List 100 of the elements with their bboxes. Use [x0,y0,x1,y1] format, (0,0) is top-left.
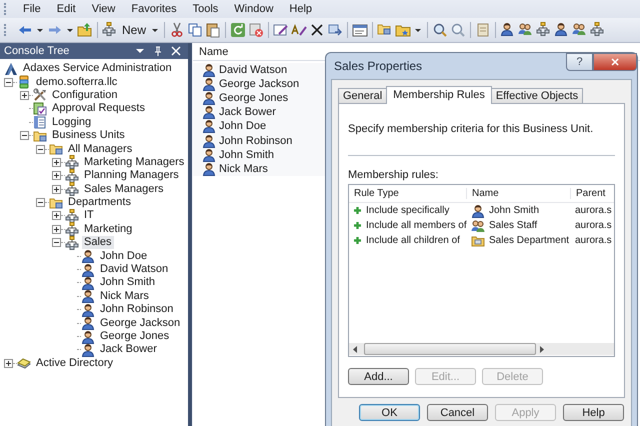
expand-toggle-icon[interactable] [52,184,61,194]
delete-icon[interactable] [248,22,264,38]
tree-item[interactable]: Logging [50,116,94,129]
expand-toggle-icon[interactable] [52,211,61,220]
copy-icon[interactable] [187,22,204,38]
org-chart-icon [65,182,79,196]
rename-icon[interactable] [291,22,308,38]
menu-item[interactable]: Edit [48,3,84,15]
menu-item[interactable]: Help [281,3,320,15]
tree-item[interactable]: David Watson [98,263,170,276]
dialog-button[interactable]: Help [563,404,624,421]
collapse-toggle-icon[interactable] [52,238,61,248]
rule-type: Include all children of [366,235,460,246]
menu-item[interactable]: File [15,3,49,15]
folder-up-icon[interactable] [77,22,93,38]
tree-item[interactable]: Marketing [82,222,134,236]
tree-item[interactable]: Planning Managers [82,169,181,182]
triangle-logo-icon [4,62,18,76]
user-icon [202,105,216,120]
expand-toggle-icon[interactable] [20,90,29,100]
tree-item[interactable]: John Doe [98,250,150,263]
tab[interactable]: General [338,88,388,103]
tab[interactable]: Effective Objects [490,88,584,103]
user-icon [81,316,95,330]
tree-item[interactable]: Nick Mars [98,290,151,303]
tree-item[interactable]: Jack Bower [98,343,159,356]
pin-icon [153,46,163,56]
expand-toggle-icon[interactable] [52,158,61,167]
expand-toggle-icon[interactable] [4,358,13,368]
rule-button[interactable]: Add... [348,368,409,385]
collapse-toggle-icon[interactable] [36,144,45,154]
close-icon[interactable] [309,22,326,38]
search-icon[interactable] [450,22,466,38]
user-icon [81,276,95,290]
org-chart-icon[interactable] [102,22,118,38]
scrollbar-thumb[interactable] [364,343,536,355]
tree-item[interactable]: John Smith [98,276,158,290]
section-label: Membership rules: [348,169,440,181]
database-icon [17,75,31,90]
caret-icon [135,46,145,56]
tree-item[interactable]: Sales Managers [82,182,166,196]
folder-icon [471,234,485,248]
rule-parent: aurora.s [575,220,612,231]
collapse-toggle-icon[interactable] [4,78,13,87]
tree-item[interactable]: Sales [82,236,114,250]
paste-icon[interactable] [205,22,222,38]
column-header[interactable]: Name [199,46,228,58]
properties-icon[interactable] [352,22,368,38]
tree-item[interactable]: Marketing Managers [82,156,186,169]
collapse-toggle-icon[interactable] [36,198,45,208]
tree-item[interactable]: IT [82,209,96,222]
tree-item[interactable]: demo.softerra.llc [34,76,120,89]
tree-item[interactable]: All Managers [66,142,134,156]
menu-item[interactable]: Tools [184,3,226,15]
org-chart-icon [65,236,79,250]
column-header[interactable]: Parent [571,188,614,199]
dialog-button[interactable]: Cancel [427,404,488,421]
tree-item[interactable]: Departments [66,196,133,210]
tree-item[interactable]: Configuration [50,88,120,102]
scroll-icon[interactable] [475,22,492,38]
org-chart-icon[interactable] [536,22,552,38]
dialog-button[interactable]: OK [359,404,420,421]
refresh-icon[interactable] [230,22,246,38]
edit-icon[interactable] [273,22,290,38]
tree-item[interactable]: Approval Requests [50,102,147,116]
expand-toggle-icon[interactable] [52,224,61,234]
tree-item[interactable]: George Jackson [98,316,182,330]
user-icon [202,162,216,176]
column-header[interactable]: Name [467,188,571,199]
user-icon [81,302,95,317]
user-icon [202,119,216,134]
dialog-title: Sales Properties [334,59,422,73]
new-button[interactable]: New [120,23,148,37]
tree-item[interactable]: Adaxes Service Administration [21,62,174,76]
help-button[interactable]: ? [566,53,593,71]
org-chart-icon [65,222,79,236]
move-icon[interactable] [327,22,344,38]
rule-type: Include specifically [366,205,450,216]
expand-toggle-icon[interactable] [52,171,61,180]
tree-item[interactable]: Active Directory [34,356,116,370]
rule-name: Sales Staff [489,220,538,231]
cut-icon[interactable] [169,22,186,38]
users-icon[interactable] [518,22,534,38]
column-header[interactable]: Rule Type [349,188,467,199]
horizontal-scrollbar[interactable] [349,343,614,355]
user-icon [81,262,95,277]
plus-icon [353,221,362,230]
menu-item[interactable]: View [84,3,124,15]
search-icon[interactable] [432,22,448,38]
menu-item[interactable]: Favorites [123,3,185,15]
tree-item[interactable]: Business Units [50,129,127,142]
collapse-toggle-icon[interactable] [20,131,29,140]
menu-item[interactable]: Window [226,3,282,15]
tree-item[interactable]: John Robinson [98,303,176,316]
tab[interactable]: Membership Rules [386,86,492,104]
caret-icon [67,28,73,32]
plus-icon [353,206,362,215]
users-icon[interactable] [572,22,588,38]
tree-item[interactable]: George Jones [98,330,172,343]
org-chart-icon[interactable] [590,22,606,38]
